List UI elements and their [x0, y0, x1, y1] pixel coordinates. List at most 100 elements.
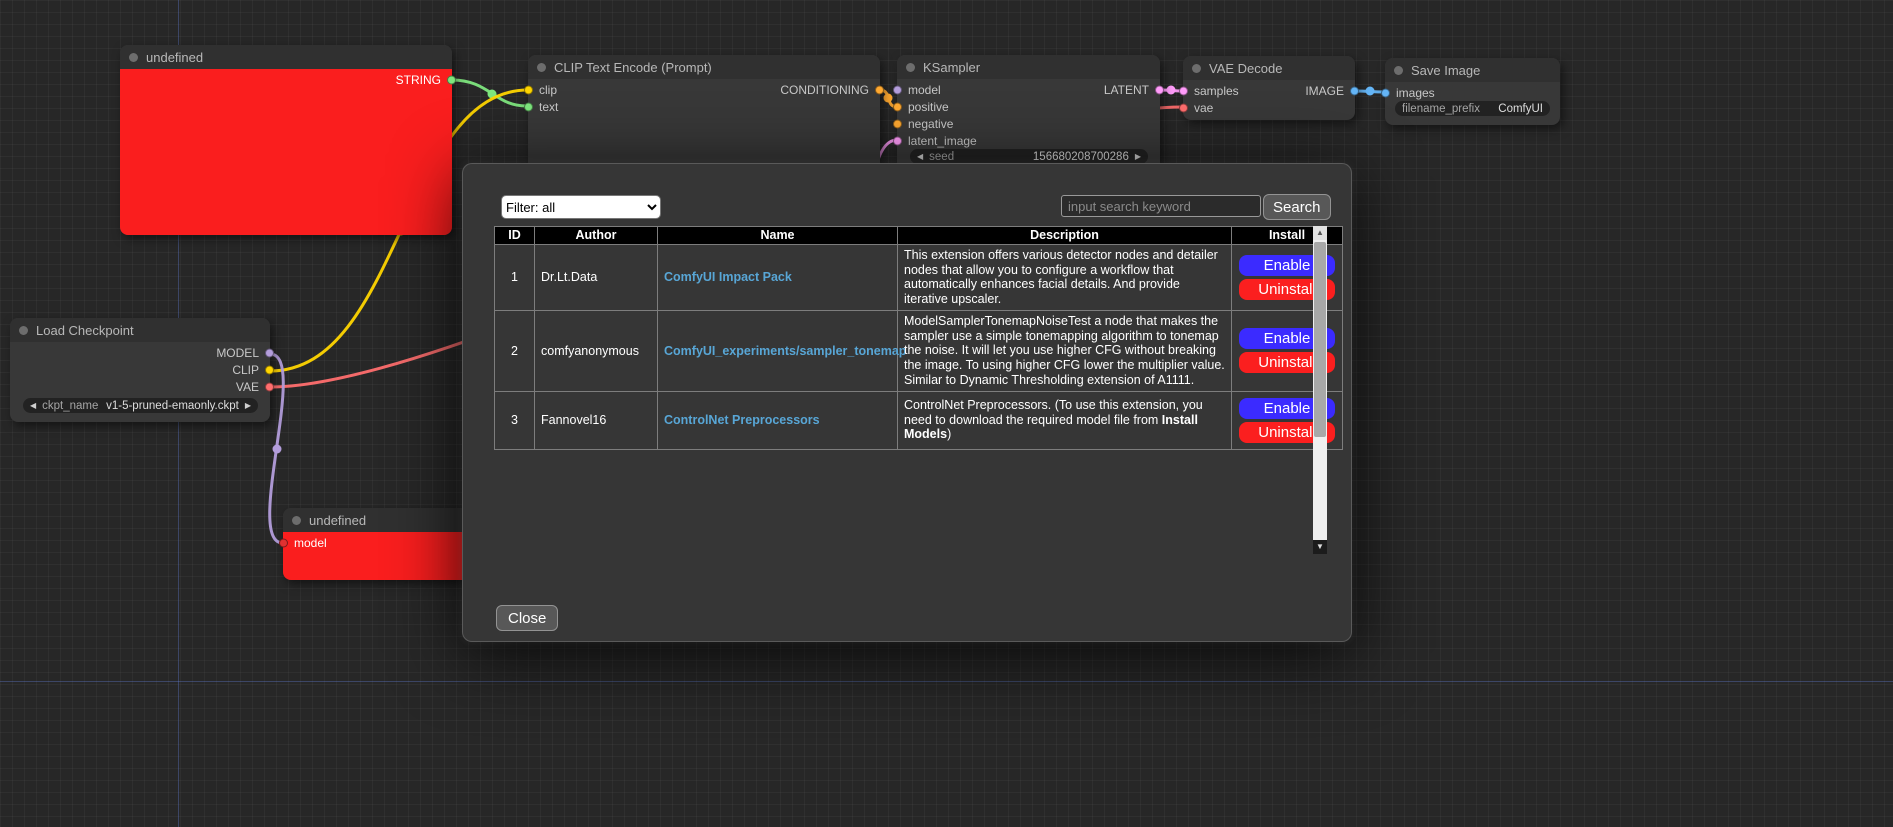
- collapse-icon[interactable]: [1192, 64, 1201, 73]
- output-label: IMAGE: [1305, 84, 1344, 98]
- ckpt-name-widget[interactable]: ◀ ckpt_name v1-5-pruned-emaonly.ckpt ▶: [23, 398, 258, 413]
- header-name: Name: [658, 227, 898, 245]
- decrement-icon[interactable]: ◀: [30, 402, 36, 410]
- scroll-up-icon[interactable]: ▲: [1313, 226, 1327, 240]
- input-slot-latent-image[interactable]: [893, 136, 902, 145]
- cell-author: Dr.Lt.Data: [535, 244, 658, 310]
- table-row: 3 Fannovel16 ControlNet Preprocessors Co…: [495, 391, 1343, 449]
- output-slot-model[interactable]: [265, 348, 274, 357]
- extension-table-body: 1 Dr.Lt.Data ComfyUI Impact Pack This ex…: [495, 244, 1343, 449]
- node-vae-decode[interactable]: VAE Decode samples IMAGE vae: [1183, 56, 1355, 120]
- cell-description: ModelSamplerTonemapNoiseTest a node that…: [898, 310, 1232, 391]
- widget-value: ComfyUI: [1498, 103, 1543, 115]
- input-slot-negative[interactable]: [893, 119, 902, 128]
- slot-row: clip CONDITIONING: [528, 81, 880, 98]
- node-title: VAE Decode: [1209, 61, 1282, 76]
- output-slot-conditioning[interactable]: [875, 85, 884, 94]
- input-label: samples: [1194, 84, 1239, 98]
- input-label: model: [294, 536, 327, 550]
- output-slot-clip[interactable]: [265, 365, 274, 374]
- slot-row: images: [1385, 84, 1560, 101]
- canvas-axis-horizontal: [0, 681, 1893, 682]
- node-body: model: [283, 532, 483, 580]
- cell-id: 3: [495, 391, 535, 449]
- output-slot-image[interactable]: [1350, 86, 1359, 95]
- decrement-icon[interactable]: ◀: [917, 153, 923, 161]
- filename-prefix-widget[interactable]: filename_prefix ComfyUI: [1395, 101, 1550, 116]
- output-label: VAE: [236, 380, 259, 394]
- increment-icon[interactable]: ▶: [245, 402, 251, 410]
- scrollbar-thumb[interactable]: [1314, 242, 1326, 437]
- slot-row: model: [283, 534, 483, 551]
- link-dot: [1167, 86, 1176, 95]
- output-label: MODEL: [216, 346, 259, 360]
- slot-row: model LATENT: [897, 81, 1160, 98]
- link-dot: [1366, 87, 1375, 96]
- slot-row: MODEL: [10, 344, 270, 361]
- input-label: clip: [539, 83, 557, 97]
- header-description: Description: [898, 227, 1232, 245]
- slot-row: VAE: [10, 378, 270, 395]
- input-slot-model[interactable]: [893, 85, 902, 94]
- slot-row: STRING: [120, 71, 452, 88]
- node-save-image[interactable]: Save Image images filename_prefix ComfyU…: [1385, 58, 1560, 125]
- collapse-icon[interactable]: [537, 63, 546, 72]
- node-header[interactable]: undefined: [120, 45, 452, 69]
- node-string-undefined[interactable]: undefined STRING: [120, 45, 452, 235]
- widget-label: ckpt_name: [42, 400, 98, 412]
- node-header[interactable]: VAE Decode: [1183, 56, 1355, 80]
- seed-widget[interactable]: ◀ seed 156680208700286 ▶: [910, 149, 1148, 164]
- input-label: latent_image: [908, 134, 977, 148]
- extension-link[interactable]: ComfyUI Impact Pack: [664, 270, 792, 284]
- input-slot-clip[interactable]: [524, 85, 533, 94]
- collapse-icon[interactable]: [906, 63, 915, 72]
- increment-icon[interactable]: ▶: [1135, 153, 1141, 161]
- search-button[interactable]: Search: [1263, 194, 1331, 220]
- collapse-icon[interactable]: [19, 326, 28, 335]
- header-id: ID: [495, 227, 535, 245]
- node-header[interactable]: Save Image: [1385, 58, 1560, 82]
- node-header[interactable]: Load Checkpoint: [10, 318, 270, 342]
- output-slot-string[interactable]: [447, 75, 456, 84]
- widget-value: 156680208700286: [1033, 151, 1129, 163]
- table-scrollbar[interactable]: ▲ ▼: [1313, 226, 1327, 554]
- collapse-icon[interactable]: [1394, 66, 1403, 75]
- table-row: 1 Dr.Lt.Data ComfyUI Impact Pack This ex…: [495, 244, 1343, 310]
- node-body: STRING: [120, 69, 452, 235]
- input-slot-vae[interactable]: [1179, 103, 1188, 112]
- extension-link[interactable]: ControlNet Preprocessors: [664, 413, 820, 427]
- extension-table: ID Author Name Description Install 1 Dr.…: [494, 226, 1343, 450]
- cell-description: This extension offers various detector n…: [898, 244, 1232, 310]
- close-button[interactable]: Close: [496, 605, 558, 631]
- node-model-undefined[interactable]: undefined model: [283, 508, 483, 580]
- input-slot-samples[interactable]: [1179, 86, 1188, 95]
- node-load-checkpoint[interactable]: Load Checkpoint MODEL CLIP VAE ◀ ckpt_na…: [10, 318, 270, 422]
- input-slot-text[interactable]: [524, 102, 533, 111]
- collapse-icon[interactable]: [129, 53, 138, 62]
- collapse-icon[interactable]: [292, 516, 301, 525]
- node-ksampler[interactable]: KSampler model LATENT positive negative …: [897, 55, 1160, 173]
- input-slot-positive[interactable]: [893, 102, 902, 111]
- output-slot-latent[interactable]: [1155, 85, 1164, 94]
- output-slot-vae[interactable]: [265, 382, 274, 391]
- input-slot-model[interactable]: [279, 538, 288, 547]
- node-body: images: [1385, 82, 1560, 101]
- widget-value: v1-5-pruned-emaonly.ckpt: [106, 400, 239, 412]
- node-header[interactable]: CLIP Text Encode (Prompt): [528, 55, 880, 79]
- node-header[interactable]: KSampler: [897, 55, 1160, 79]
- output-label: STRING: [396, 73, 441, 87]
- extension-link[interactable]: ComfyUI_experiments/sampler_tonemap: [664, 344, 906, 358]
- slot-row: latent_image: [897, 132, 1160, 149]
- input-slot-images[interactable]: [1381, 88, 1390, 97]
- header-author: Author: [535, 227, 658, 245]
- slot-row: vae: [1183, 99, 1355, 116]
- link-dot: [273, 445, 282, 454]
- slot-row: samples IMAGE: [1183, 82, 1355, 99]
- scroll-down-icon[interactable]: ▼: [1313, 540, 1327, 554]
- node-header[interactable]: undefined: [283, 508, 483, 532]
- filter-select[interactable]: Filter: all: [501, 195, 661, 219]
- node-title: CLIP Text Encode (Prompt): [554, 60, 712, 75]
- cell-id: 1: [495, 244, 535, 310]
- node-title: undefined: [146, 50, 203, 65]
- search-input[interactable]: [1061, 195, 1261, 217]
